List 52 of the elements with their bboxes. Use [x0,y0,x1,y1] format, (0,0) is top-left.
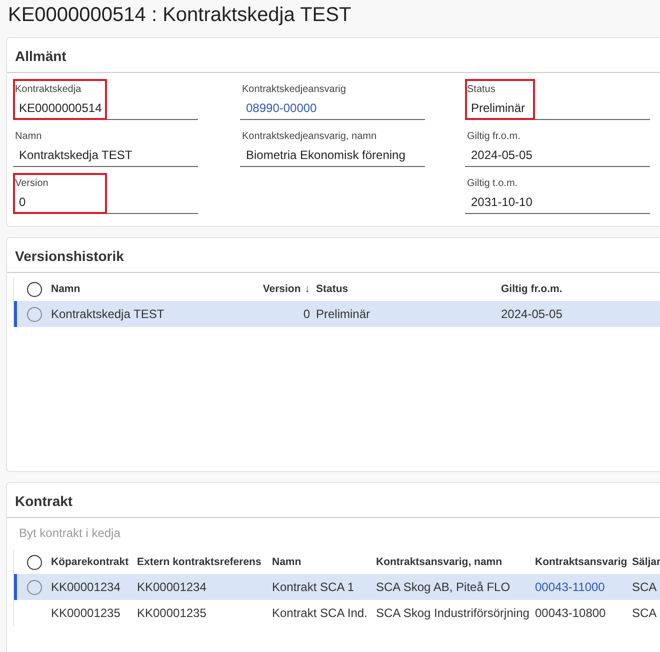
table-cell: SCA Skog AB, Piteå FLO [376,580,510,594]
table-cell: Preliminär [316,307,370,321]
column-header[interactable]: Version ↓ [262,283,310,295]
table-cell: Kontraktskedja TEST [51,307,164,321]
field-label: Namn [14,130,43,144]
input-field[interactable]: KE0000000514 [13,97,198,120]
table-cell: 0 [303,307,310,321]
table-row[interactable]: Kontraktskedja TEST 0 Preliminär 2024-05-05 [14,301,660,327]
table-link[interactable]: 00043-11000 [535,580,605,594]
table-cell: SCA [632,606,657,620]
input-field[interactable]: Kontraktskedja TEST [13,144,198,167]
row-radio[interactable] [26,306,42,322]
field-label: Version [14,177,50,191]
table-cell: 00043-10800 [535,606,606,620]
section-heading: Versionshistorik [7,238,660,273]
column-header[interactable]: Namn [51,283,80,295]
select-all-radio[interactable] [26,282,42,296]
table-cell: SCA Skog Industriförsörjning [376,606,530,620]
table-cell: 2024-05-05 [501,307,562,321]
table-cell: KK00001235 [51,606,120,620]
field-label: Giltig fr.o.m. [466,130,522,144]
field-label: Kontraktskedja [14,83,82,97]
section-heading: Kontrakt [7,483,660,518]
column-header[interactable]: Kontraktsansvarig, namn [376,556,502,568]
column-header[interactable]: Kontraktsansvarig [535,556,628,568]
input-field[interactable]: 0 [13,191,198,214]
row-radio[interactable] [26,580,42,594]
link-field[interactable]: 08990-00000 [240,97,425,120]
page-title: KE0000000514 : Kontraktskedja TEST [7,3,352,28]
table-cell: KK00001234 [51,580,120,594]
section-heading: Allmänt [7,38,660,73]
column-header[interactable]: Giltig fr.o.m. [501,283,562,295]
field-label: Kontraktskedjeansvarig, namn [241,130,378,144]
field-label: Giltig t.o.m. [466,177,519,191]
column-header[interactable]: Namn [272,556,302,568]
table-cell: Kontrakt SCA Ind. [272,606,368,620]
table-row[interactable]: KK00001234 KK00001234 Kontrakt SCA 1 SCA Skog AB, Piteå FLO 00043-11000 SCA [14,574,660,600]
table-row[interactable]: KK00001235 KK00001235 Kontrakt SCA Ind. SCA Skog Industriförsörjning 00043-10800 SCA [14,600,660,626]
column-header[interactable]: Status [316,283,348,295]
input-field[interactable]: 2024-05-05 [465,144,650,167]
table-cell: KK00001235 [137,606,206,620]
input-field[interactable]: Biometria Ekonomisk förening [240,144,425,167]
input-field[interactable]: 2031-10-10 [465,191,650,214]
column-header[interactable]: Extern kontraktsreferens [137,556,262,568]
table-cell: KK00001234 [137,580,206,594]
field-label: Kontraktskedjeansvarig [241,83,347,97]
column-header[interactable]: Köparekontrakt [51,556,129,568]
field-label: Status [466,83,496,97]
table-cell: Kontrakt SCA 1 [272,580,354,594]
table-cell: SCA [632,580,657,594]
select-all-radio[interactable] [26,554,42,570]
input-field[interactable]: Preliminär [465,97,650,120]
